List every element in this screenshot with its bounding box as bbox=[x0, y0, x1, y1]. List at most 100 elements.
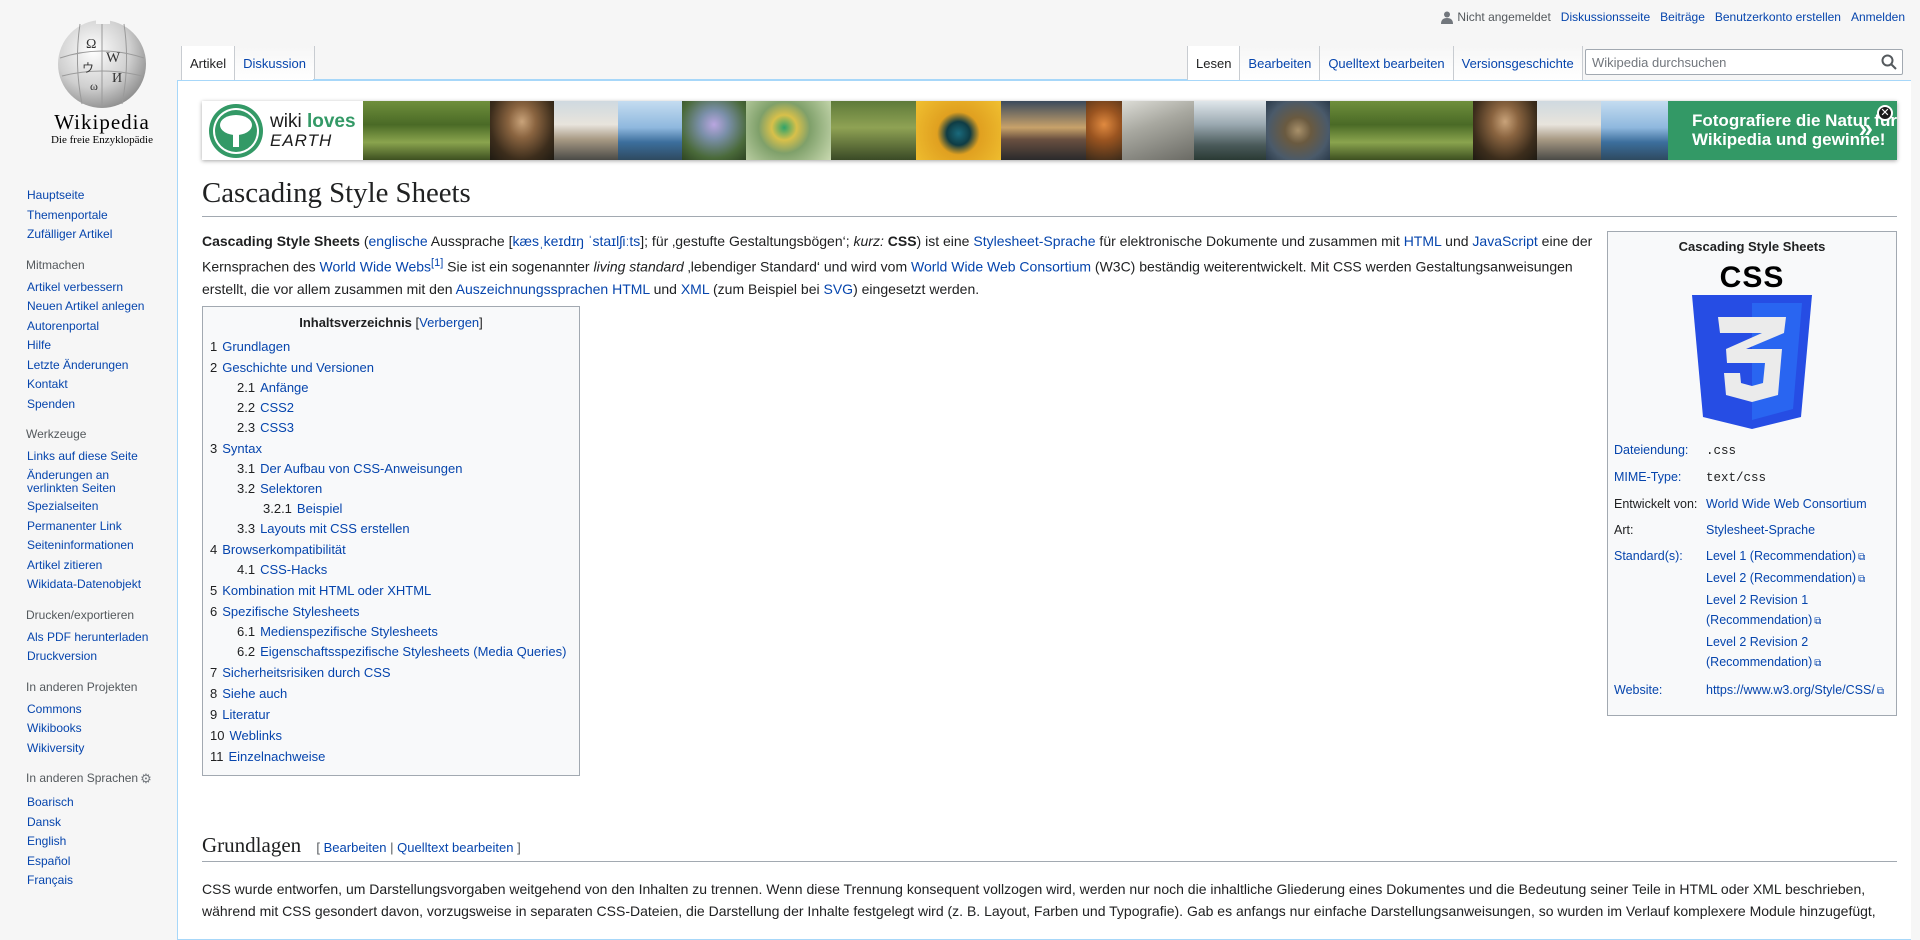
toc-item-link[interactable]: Literatur bbox=[222, 707, 270, 722]
sidebar-item-spenden[interactable]: Spenden bbox=[27, 397, 75, 411]
toc-item-link[interactable]: Eigenschaftsspezifische Stylesheets (Med… bbox=[260, 644, 566, 659]
toc-item-link[interactable]: Der Aufbau von CSS-Anweisungen bbox=[260, 461, 462, 476]
sidebar-item-pdf[interactable]: Als PDF herunterladen bbox=[27, 630, 148, 644]
tab-lesen[interactable]: Lesen bbox=[1187, 46, 1241, 80]
login-link[interactable]: Anmelden bbox=[1851, 10, 1905, 24]
css3-logo-icon[interactable]: CSS bbox=[1692, 259, 1812, 429]
infobox-standard-level2[interactable]: Level 2 (Recommendation) bbox=[1706, 571, 1856, 585]
toc-item-link[interactable]: Weblinks bbox=[229, 728, 282, 743]
infobox-value-website[interactable]: https://www.w3.org/Style/CSS/ bbox=[1706, 683, 1875, 697]
toc-item[interactable]: 2.1 Anfänge bbox=[210, 378, 572, 398]
link-w3c[interactable]: World Wide Web Consortium bbox=[911, 259, 1091, 275]
sidebar-item-artikel-verbessern[interactable]: Artikel verbessern bbox=[27, 280, 123, 294]
infobox-standard-level2-rev2[interactable]: Level 2 Revision 2 (Recommendation) bbox=[1706, 635, 1812, 669]
toc-item[interactable]: 2.3 CSS3 bbox=[210, 418, 572, 438]
sidebar-item-aenderungen-verlinkt[interactable]: Änderungen an verlinkten Seiten bbox=[27, 468, 127, 495]
sidebar-item-spezialseiten[interactable]: Spezialseiten bbox=[27, 499, 98, 513]
toc-item[interactable]: 10 Weblinks bbox=[210, 725, 572, 746]
toc-item-link[interactable]: Syntax bbox=[222, 441, 262, 456]
sidebar-item-wikidata[interactable]: Wikidata-Datenobjekt bbox=[27, 577, 141, 591]
toc-item[interactable]: 3.2 Selektoren bbox=[210, 479, 572, 499]
gear-icon[interactable]: ⚙ bbox=[140, 771, 152, 787]
wikipedia-logo[interactable]: Ω W ウ И ω Wikipedia Die freie Enzyklopäd… bbox=[22, 14, 182, 146]
toc-item-link[interactable]: Selektoren bbox=[260, 481, 322, 496]
toc-item[interactable]: 4.1 CSS-Hacks bbox=[210, 560, 572, 580]
toc-item-link[interactable]: Einzelnachweise bbox=[229, 749, 326, 764]
sidebar-item-hilfe[interactable]: Hilfe bbox=[27, 338, 51, 352]
link-auszeichnungssprachen[interactable]: Auszeichnungssprachen HTML bbox=[456, 281, 650, 297]
reference-1[interactable]: [1] bbox=[431, 257, 443, 269]
toc-item[interactable]: 3.3 Layouts mit CSS erstellen bbox=[210, 519, 572, 539]
toc-item-link[interactable]: Medienspezifische Stylesheets bbox=[260, 624, 438, 639]
tab-diskussion[interactable]: Diskussion bbox=[235, 46, 315, 80]
toc-item-link[interactable]: Browserkompatibilität bbox=[222, 542, 346, 557]
link-html[interactable]: HTML bbox=[1404, 233, 1442, 249]
contributions-link[interactable]: Beiträge bbox=[1660, 10, 1705, 24]
toc-item-link[interactable]: Kombination mit HTML oder XHTML bbox=[222, 583, 431, 598]
sidebar-item-hauptseite[interactable]: Hauptseite bbox=[27, 188, 84, 202]
toc-item-link[interactable]: Grundlagen bbox=[222, 339, 290, 354]
toc-hide-link[interactable]: Verbergen bbox=[419, 315, 479, 330]
toc-item[interactable]: 7 Sicherheitsrisiken durch CSS bbox=[210, 662, 572, 683]
infobox-standard-level2-rev1[interactable]: Level 2 Revision 1 (Recommendation) bbox=[1706, 593, 1812, 627]
sidebar-item-wikibooks[interactable]: Wikibooks bbox=[27, 721, 82, 735]
toc-item-link[interactable]: Beispiel bbox=[297, 501, 343, 516]
infobox-key-dateiendung[interactable]: Dateiendung: bbox=[1614, 443, 1688, 457]
link-javascript[interactable]: JavaScript bbox=[1472, 233, 1537, 249]
section-edit-link[interactable]: Bearbeiten bbox=[324, 840, 387, 855]
link-englische[interactable]: englische bbox=[369, 233, 428, 249]
toc-item-link[interactable]: Layouts mit CSS erstellen bbox=[260, 521, 410, 536]
toc-item[interactable]: 6.2 Eigenschaftsspezifische Stylesheets (… bbox=[210, 642, 572, 662]
toc-item[interactable]: 8 Siehe auch bbox=[210, 683, 572, 704]
sidebar-item-autorenportal[interactable]: Autorenportal bbox=[27, 319, 99, 333]
sidebar-item-zufaelliger-artikel[interactable]: Zufälliger Artikel bbox=[27, 227, 112, 241]
create-account-link[interactable]: Benutzerkonto erstellen bbox=[1715, 10, 1841, 24]
toc-item[interactable]: 2 Geschichte und Versionen bbox=[210, 357, 572, 378]
toc-item-link[interactable]: Siehe auch bbox=[222, 686, 287, 701]
link-svg[interactable]: SVG bbox=[824, 281, 854, 297]
infobox-value-art[interactable]: Stylesheet-Sprache bbox=[1706, 523, 1815, 537]
sidebar-item-links-auf-seite[interactable]: Links auf diese Seite bbox=[27, 449, 138, 463]
sidebar-item-artikel-zitieren[interactable]: Artikel zitieren bbox=[27, 558, 102, 572]
tab-versionsgeschichte[interactable]: Versionsgeschichte bbox=[1453, 46, 1583, 80]
toc-item[interactable]: 6.1 Medienspezifische Stylesheets bbox=[210, 622, 572, 642]
toc-item[interactable]: 1 Grundlagen bbox=[210, 336, 572, 357]
toc-item-link[interactable]: CSS-Hacks bbox=[260, 562, 327, 577]
toc-item[interactable]: 3.2.1 Beispiel bbox=[210, 499, 572, 519]
toc-item[interactable]: 5 Kombination mit HTML oder XHTML bbox=[210, 580, 572, 601]
tab-artikel[interactable]: Artikel bbox=[181, 46, 236, 80]
close-icon[interactable]: ✕ bbox=[1877, 105, 1893, 121]
infobox-key-standards[interactable]: Standard(s): bbox=[1614, 549, 1683, 563]
toc-item[interactable]: 3.1 Der Aufbau von CSS-Anweisungen bbox=[210, 459, 572, 479]
toc-item-link[interactable]: CSS2 bbox=[260, 400, 294, 415]
infobox-key-website[interactable]: Website: bbox=[1614, 683, 1662, 697]
sidebar-item-permanenter-link[interactable]: Permanenter Link bbox=[27, 519, 122, 533]
sidebar-item-lang-espanol[interactable]: Español bbox=[27, 854, 70, 868]
link-stylesheet-sprache[interactable]: Stylesheet-Sprache bbox=[973, 233, 1095, 249]
talk-page-link[interactable]: Diskussionsseite bbox=[1561, 10, 1650, 24]
sidebar-item-kontakt[interactable]: Kontakt bbox=[27, 377, 68, 391]
toc-item-link[interactable]: Spezifische Stylesheets bbox=[222, 604, 359, 619]
toc-item[interactable]: 6 Spezifische Stylesheets bbox=[210, 601, 572, 622]
toc-item[interactable]: 9 Literatur bbox=[210, 704, 572, 725]
sidebar-item-lang-dansk[interactable]: Dansk bbox=[27, 815, 61, 829]
search-input[interactable] bbox=[1586, 50, 1866, 74]
search-icon[interactable] bbox=[1881, 54, 1897, 70]
toc-item[interactable]: 11 Einzelnachweise bbox=[210, 746, 572, 767]
sidebar-item-seiteninformationen[interactable]: Seiteninformationen bbox=[27, 538, 134, 552]
tab-bearbeiten[interactable]: Bearbeiten bbox=[1240, 46, 1321, 80]
sidebar-item-neuen-artikel[interactable]: Neuen Artikel anlegen bbox=[27, 299, 144, 313]
section-edit-source-link[interactable]: Quelltext bearbeiten bbox=[397, 840, 513, 855]
toc-item[interactable]: 2.2 CSS2 bbox=[210, 398, 572, 418]
double-chevron-right-icon[interactable]: » bbox=[1859, 113, 1873, 144]
sidebar-item-druckversion[interactable]: Druckversion bbox=[27, 649, 97, 663]
infobox-key-mime-type[interactable]: MIME-Type: bbox=[1614, 470, 1681, 484]
link-world-wide-web[interactable]: World Wide Webs bbox=[320, 259, 432, 275]
sidebar-item-themenportale[interactable]: Themenportale bbox=[27, 208, 108, 222]
toc-item[interactable]: 3 Syntax bbox=[210, 438, 572, 459]
sidebar-item-wikiversity[interactable]: Wikiversity bbox=[27, 741, 84, 755]
infobox-value-entwickelt-von[interactable]: World Wide Web Consortium bbox=[1706, 497, 1867, 511]
toc-item-link[interactable]: Geschichte und Versionen bbox=[222, 360, 374, 375]
sidebar-item-lang-english[interactable]: English bbox=[27, 834, 66, 848]
toc-item-link[interactable]: CSS3 bbox=[260, 420, 294, 435]
